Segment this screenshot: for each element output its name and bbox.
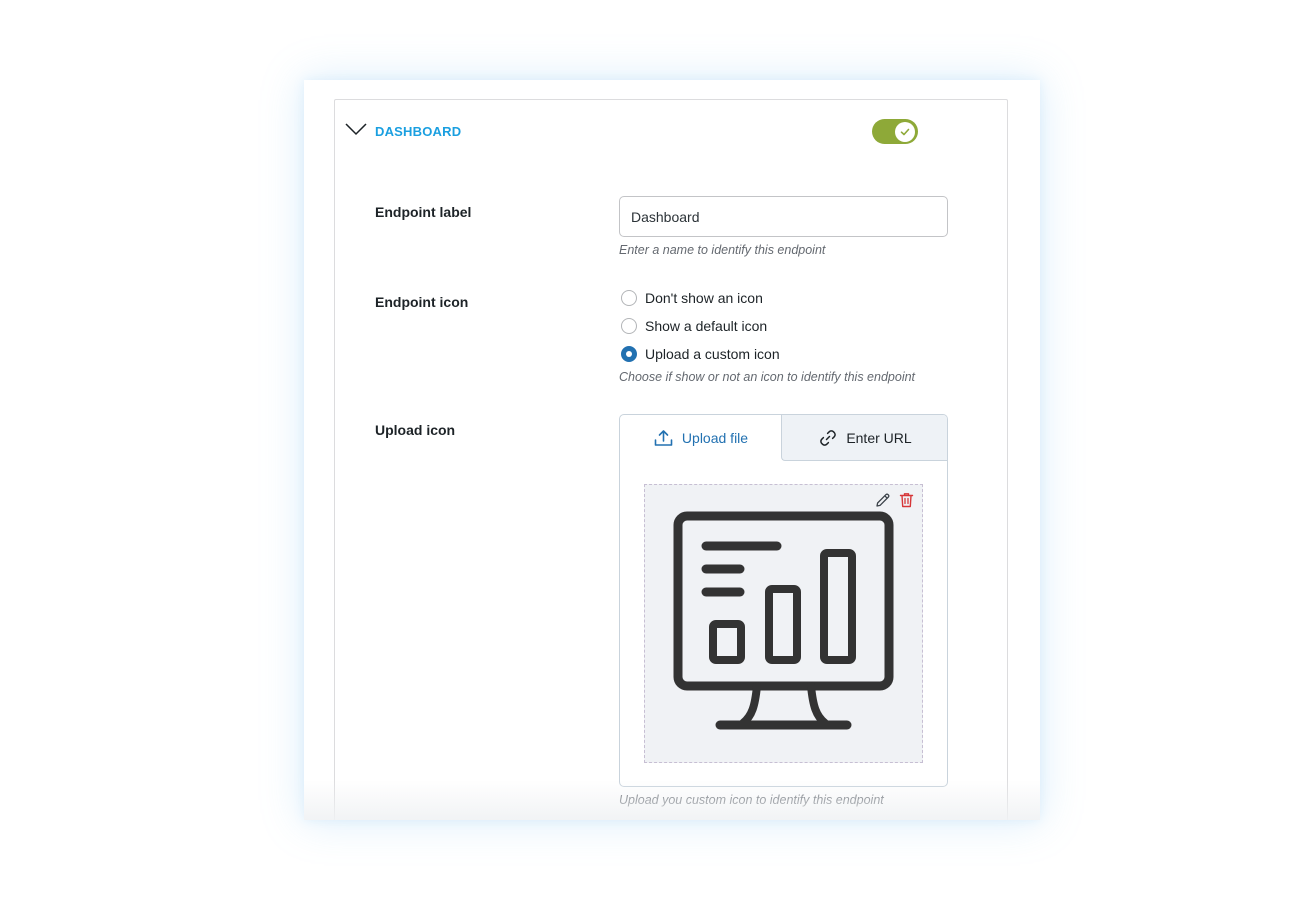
settings-card: DASHBOARD Endpoint label Enter a name to… [304, 80, 1040, 820]
upload-icon-title: Upload icon [375, 422, 456, 438]
radio-option-default-icon[interactable]: Show a default icon [621, 318, 767, 334]
link-icon [820, 429, 837, 446]
tab-upload-file[interactable]: Upload file [620, 415, 782, 461]
delete-icon-button[interactable] [897, 491, 915, 509]
endpoint-label-title: Endpoint label [375, 204, 472, 220]
monitor-chart-icon [673, 511, 894, 730]
endpoint-header[interactable]: DASHBOARD [335, 100, 1007, 164]
icon-preview [644, 484, 923, 763]
check-icon [900, 128, 910, 135]
edit-icon-button[interactable] [874, 491, 892, 509]
endpoint-label-input[interactable] [619, 196, 948, 237]
upload-box: Upload file Enter URL [619, 414, 948, 787]
upload-icon-description: Upload you custom icon to identify this … [619, 793, 884, 807]
tab-enter-url-label: Enter URL [846, 429, 912, 446]
endpoint-panel: DASHBOARD Endpoint label Enter a name to… [334, 99, 1008, 820]
radio-button[interactable] [621, 318, 637, 334]
endpoint-icon-description: Choose if show or not an icon to identif… [619, 370, 916, 384]
endpoint-icon-title: Endpoint icon [375, 294, 469, 310]
tab-upload-file-label: Upload file [681, 430, 749, 446]
radio-label: Show a default icon [645, 318, 768, 334]
radio-label: Upload a custom icon [645, 346, 780, 362]
trash-icon [899, 493, 913, 508]
chevron-down-icon[interactable] [345, 122, 367, 136]
radio-label: Don't show an icon [645, 290, 763, 306]
upload-icon [654, 430, 673, 446]
endpoint-enabled-toggle[interactable] [872, 119, 918, 144]
radio-button[interactable] [621, 290, 637, 306]
endpoint-label-description: Enter a name to identify this endpoint [619, 243, 826, 257]
pencil-icon [876, 493, 890, 507]
radio-option-no-icon[interactable]: Don't show an icon [621, 290, 763, 306]
tab-enter-url[interactable]: Enter URL [781, 415, 947, 461]
radio-option-custom-icon[interactable]: Upload a custom icon [621, 346, 780, 362]
radio-button-checked[interactable] [621, 346, 637, 362]
toggle-knob [895, 121, 915, 142]
endpoint-title[interactable]: DASHBOARD [375, 124, 461, 139]
